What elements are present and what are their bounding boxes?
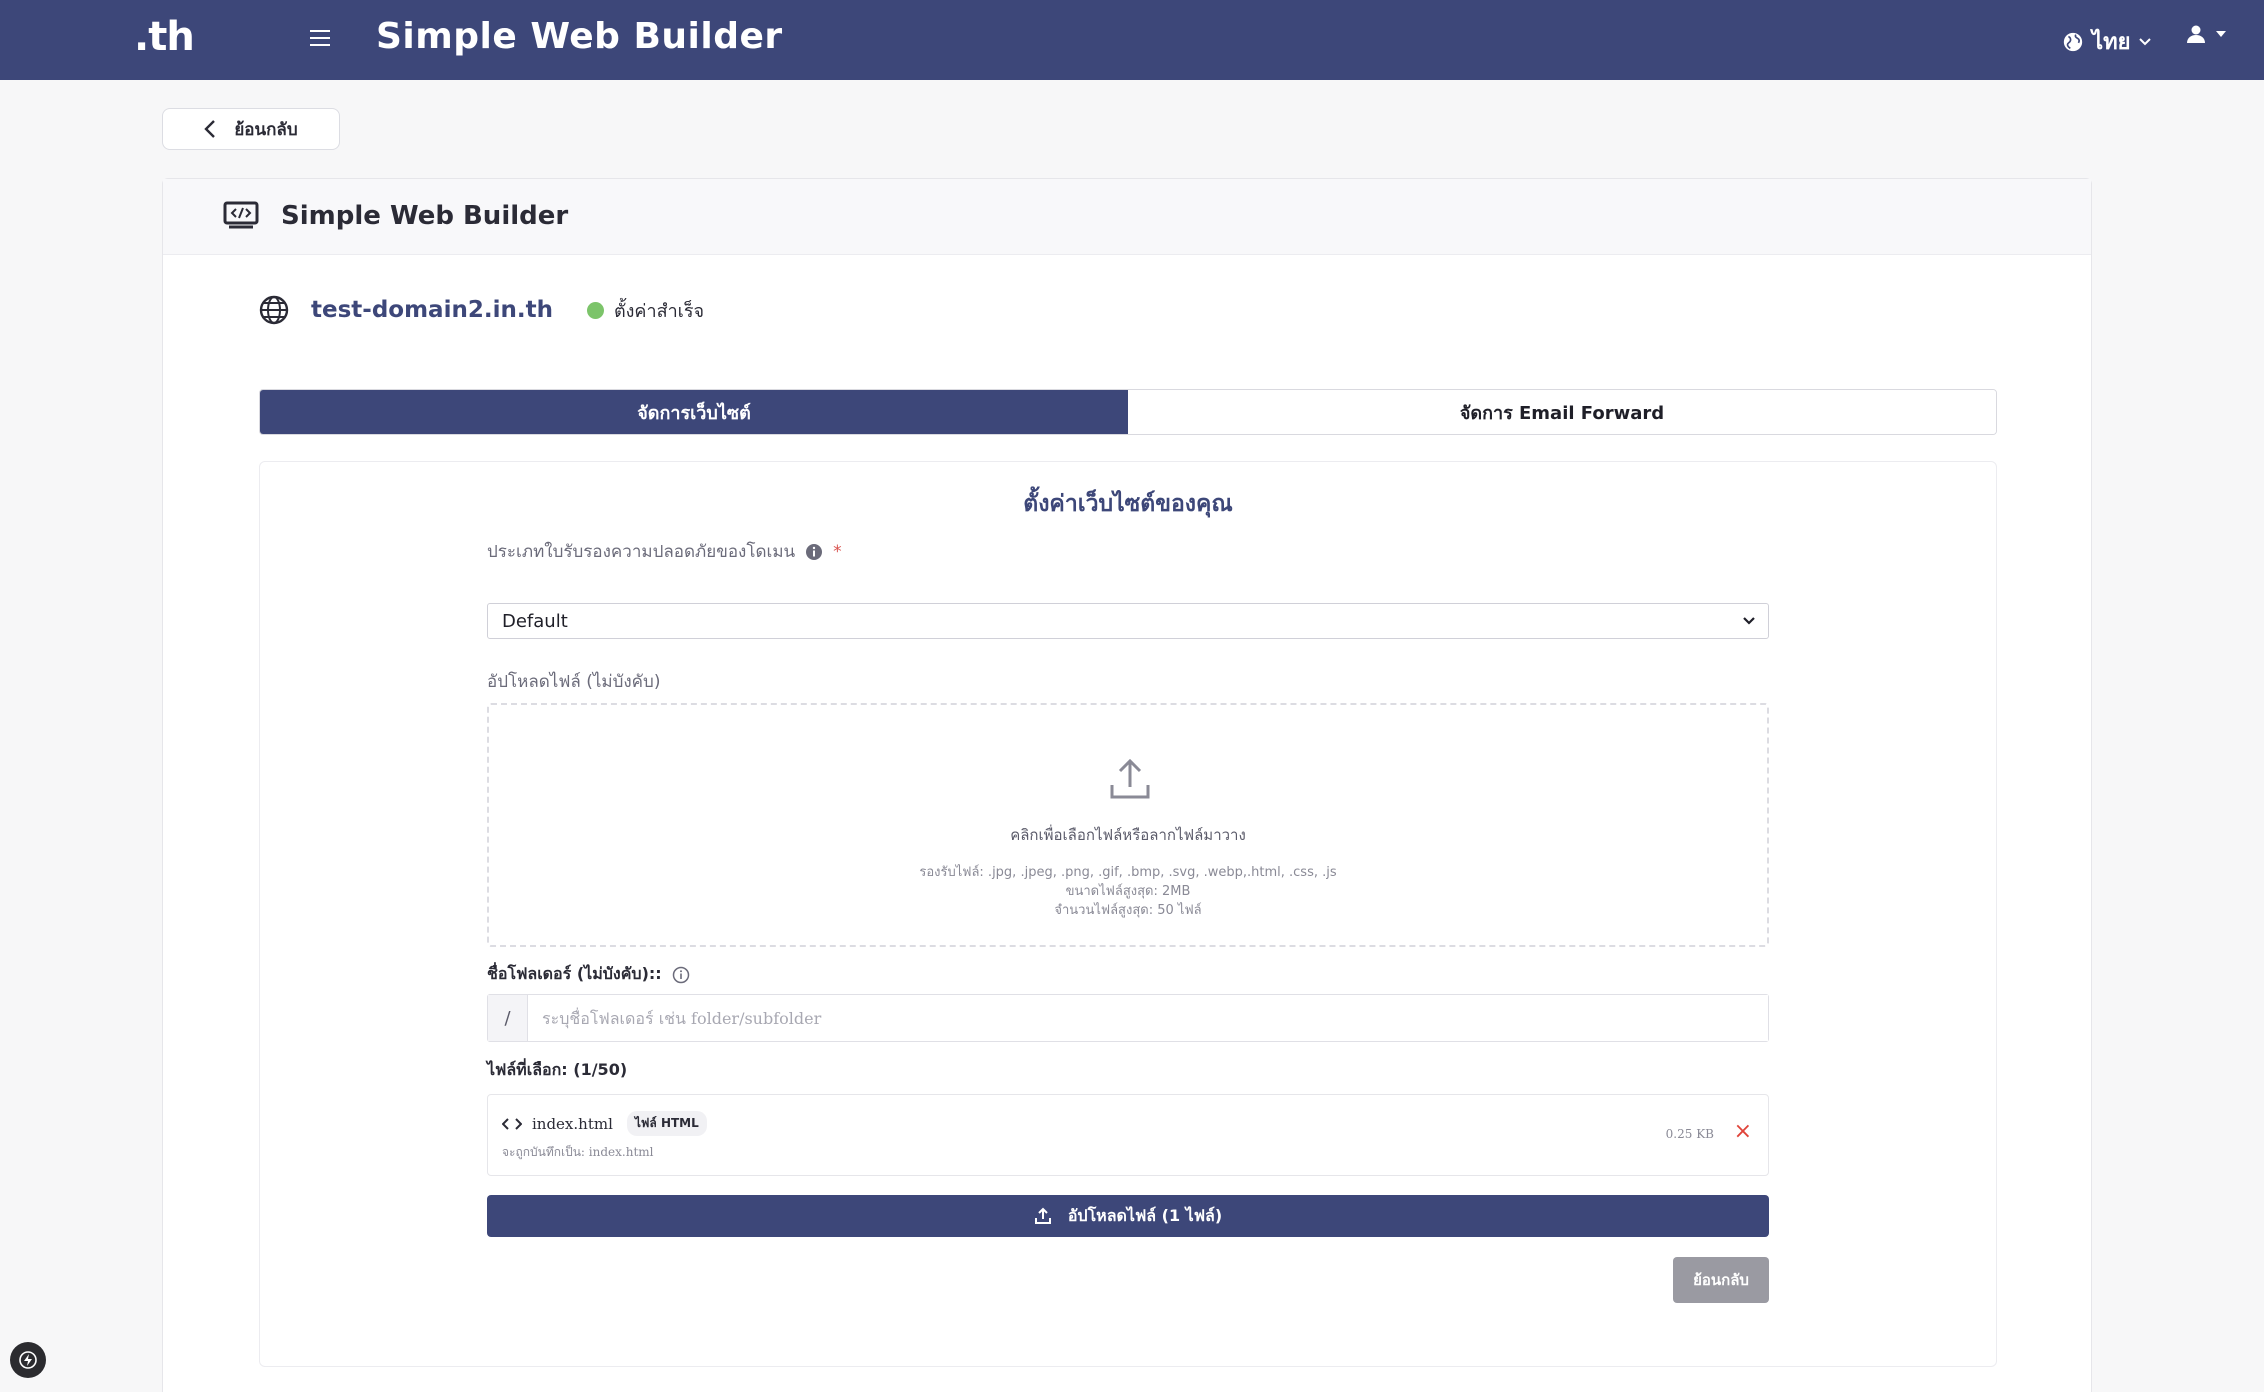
menu-toggle-icon[interactable] [310, 30, 330, 48]
chevron-down-icon [1743, 617, 1755, 625]
status-indicator [586, 301, 604, 319]
back-button-label: ย้อนกลับ [234, 119, 298, 140]
status-text: ตั้งค่าสำเร็จ [613, 300, 705, 322]
selected-file-item: index.html ไฟล์ HTML จะถูกบันทึกเป็น: in… [487, 1094, 1769, 1176]
file-type-badge: ไฟล์ HTML [626, 1111, 707, 1136]
website-settings-panel: ตั้งค่าเว็บไซต์ของคุณ ประเภทใบรับรองความ… [259, 461, 1997, 1367]
tab-manage-website[interactable]: จัดการเว็บไซต์ [260, 390, 1128, 434]
domain-name: test-domain2.in.th [311, 297, 553, 323]
domain-row: test-domain2.in.th ตั้งค่าสำเร็จ [259, 295, 704, 325]
form-back-button[interactable]: ย้อนกลับ [1673, 1257, 1769, 1303]
file-size: 0.25 KB [1665, 1127, 1714, 1141]
globe-icon [2063, 32, 2083, 51]
main-card: Simple Web Builder test-domain2.in.th ตั… [162, 178, 2092, 1392]
card-header: Simple Web Builder [163, 179, 2091, 255]
upload-icon [1110, 758, 1150, 799]
web-code-icon [223, 201, 259, 229]
supported-formats: รองรับไฟล์: .jpg, .jpeg, .png, .gif, .bm… [919, 865, 1337, 880]
upload-label: อัปโหลดไฟล์ (ไม่บังคับ) [487, 672, 661, 692]
dropzone-meta: รองรับไฟล์: .jpg, .jpeg, .png, .gif, .bm… [489, 863, 1767, 920]
app-title: Simple Web Builder [376, 16, 783, 57]
tab-bar: จัดการเว็บไซต์ จัดการ Email Forward [259, 389, 1997, 435]
folder-label: ชื่อโฟลเดอร์ (ไม่บังคับ):: [487, 962, 690, 987]
language-label: ไทย [2092, 30, 2131, 55]
certificate-select-value: Default [502, 610, 568, 632]
site-logo[interactable]: .th [134, 14, 195, 60]
lightning-icon [19, 1351, 37, 1369]
chevron-left-icon [204, 120, 216, 138]
upload-icon [1034, 1207, 1051, 1224]
top-navbar: .th Simple Web Builder ไทย [0, 0, 2264, 80]
user-icon [2187, 25, 2205, 43]
certificate-label: ประเภทใบรับรองความปลอดภัยของโดเมน * [487, 538, 842, 565]
file-name: index.html [532, 1114, 613, 1133]
info-outline-icon[interactable] [672, 966, 690, 984]
user-menu[interactable] [2186, 24, 2226, 44]
folder-label-text: ชื่อโฟลเดอร์ (ไม่บังคับ):: [487, 964, 662, 983]
folder-input-group: / [487, 994, 1769, 1042]
chevron-down-icon [2139, 37, 2152, 45]
upload-files-button-label: อัปโหลดไฟล์ (1 ไฟล์) [1067, 1205, 1223, 1225]
tab-email-forward[interactable]: จัดการ Email Forward [1128, 390, 1996, 434]
code-icon [502, 1117, 522, 1130]
globe-icon [259, 295, 289, 325]
folder-prefix: / [488, 995, 528, 1041]
file-dropzone[interactable]: คลิกเพื่อเลือกไฟล์หรือลากไฟล์มาวาง รองรั… [487, 703, 1769, 947]
dropzone-text: คลิกเพื่อเลือกไฟล์หรือลากไฟล์มาวาง [1010, 826, 1246, 844]
card-title: Simple Web Builder [281, 201, 569, 231]
remove-file-icon[interactable]: × [1734, 1121, 1752, 1143]
file-info: index.html ไฟล์ HTML [502, 1111, 707, 1136]
max-file-count: จำนวนไฟล์สูงสุด: 50 ไฟล์ [1054, 903, 1202, 918]
back-button[interactable]: ย้อนกลับ [162, 108, 340, 150]
file-save-path: จะถูกบันทึกเป็น: index.html [502, 1145, 654, 1159]
certificate-label-text: ประเภทใบรับรองความปลอดภัยของโดเมน [487, 542, 796, 562]
section-title: ตั้งค่าเว็บไซต์ของคุณ [1023, 491, 1233, 517]
max-file-size: ขนาดไฟล์สูงสุด: 2MB [1065, 884, 1191, 899]
info-icon[interactable] [805, 543, 823, 561]
language-selector[interactable]: ไทย [2062, 24, 2152, 59]
folder-name-input[interactable] [528, 995, 1768, 1041]
caret-down-icon [2216, 31, 2226, 37]
upload-files-button[interactable]: อัปโหลดไฟล์ (1 ไฟล์) [487, 1195, 1769, 1237]
quick-action-button[interactable] [10, 1342, 46, 1378]
required-mark: * [833, 541, 842, 562]
certificate-select[interactable]: Default [487, 603, 1769, 639]
selected-files-label: ไฟล์ที่เลือก: (1/50) [487, 1060, 628, 1079]
